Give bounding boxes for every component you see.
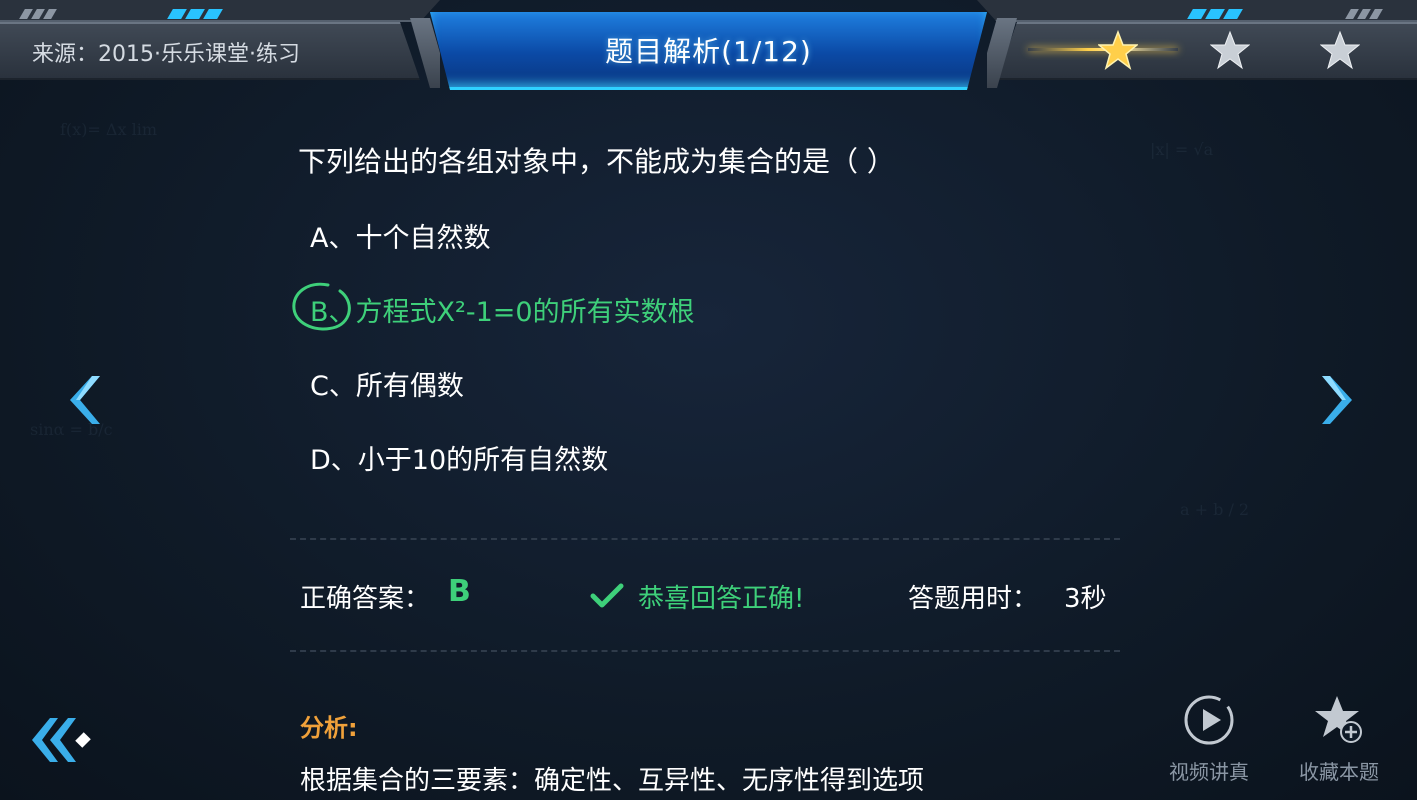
back-button[interactable] [28, 712, 92, 768]
decor-dashes [1345, 4, 1384, 19]
background-math-decoration: a + b / 2 [1180, 500, 1250, 519]
option-d[interactable]: D、小于10的所有自然数 [310, 438, 608, 477]
background-math-decoration: |x| = √a [1150, 140, 1214, 159]
time-used-label: 答题用时： [908, 584, 1039, 614]
divider [290, 650, 1120, 652]
divider [290, 538, 1120, 540]
option-c[interactable]: C、所有偶数 [310, 364, 464, 403]
chevron-left-icon [70, 376, 100, 424]
star-empty-icon [1209, 30, 1251, 70]
video-explanation-button[interactable]: 视频讲真 [1154, 692, 1264, 784]
option-text: 方程式X²-1=0的所有实数根 [355, 297, 695, 328]
decor-dashes [19, 4, 58, 19]
congrats-message: 恭喜回答正确! [638, 584, 805, 614]
option-b[interactable]: B、方程式X²-1=0的所有实数根 [310, 290, 695, 329]
top-bar: 来源：2015·乐乐课堂·练习 题目解析(1/12) [0, 0, 1417, 92]
option-text: 小于10的所有自然数 [357, 445, 609, 476]
option-text: 十个自然数 [355, 223, 491, 254]
favorite-question-label: 收藏本题 [1299, 760, 1379, 784]
video-explanation-label: 视频讲真 [1169, 760, 1249, 784]
option-letter: C、 [310, 371, 356, 402]
favorite-question-button[interactable]: 收藏本题 [1284, 692, 1394, 784]
time-used-value: 3秒 [1064, 584, 1107, 614]
decor-dashes [167, 4, 224, 19]
option-a[interactable]: A、十个自然数 [310, 216, 490, 255]
decor-dashes [1187, 4, 1244, 19]
double-chevron-left-icon [32, 718, 91, 762]
next-question-button[interactable] [1318, 370, 1358, 430]
chevron-right-icon [1322, 376, 1352, 424]
page-title: 题目解析(1/12) [605, 35, 812, 68]
prev-question-button[interactable] [64, 370, 104, 430]
play-circle-icon [1184, 695, 1234, 745]
source-label: 来源：2015·乐乐课堂·练习 [32, 42, 300, 67]
analysis-text: 根据集合的三要素：确定性、互异性、无序性得到选项 [300, 766, 925, 796]
question-stem: 下列给出的各组对象中，不能成为集合的是（ ） [298, 145, 895, 178]
star-plus-icon [1315, 696, 1362, 743]
background-math-decoration: f(x)= Δx lim [60, 120, 157, 139]
option-letter: B、 [310, 297, 356, 328]
background: f(x)= Δx lim |x| = √a sinα = b/c a + b /… [0, 0, 1417, 800]
star-empty-icon [1319, 30, 1361, 70]
option-text: 所有偶数 [355, 371, 464, 402]
option-letter: D、 [310, 445, 358, 476]
correct-answer-value: B [448, 574, 471, 609]
correct-answer-label: 正确答案： [300, 584, 431, 614]
check-icon [590, 583, 624, 608]
star-filled-icon [1096, 29, 1140, 70]
analysis-title: 分析: [300, 714, 358, 742]
option-letter: A、 [310, 223, 356, 254]
